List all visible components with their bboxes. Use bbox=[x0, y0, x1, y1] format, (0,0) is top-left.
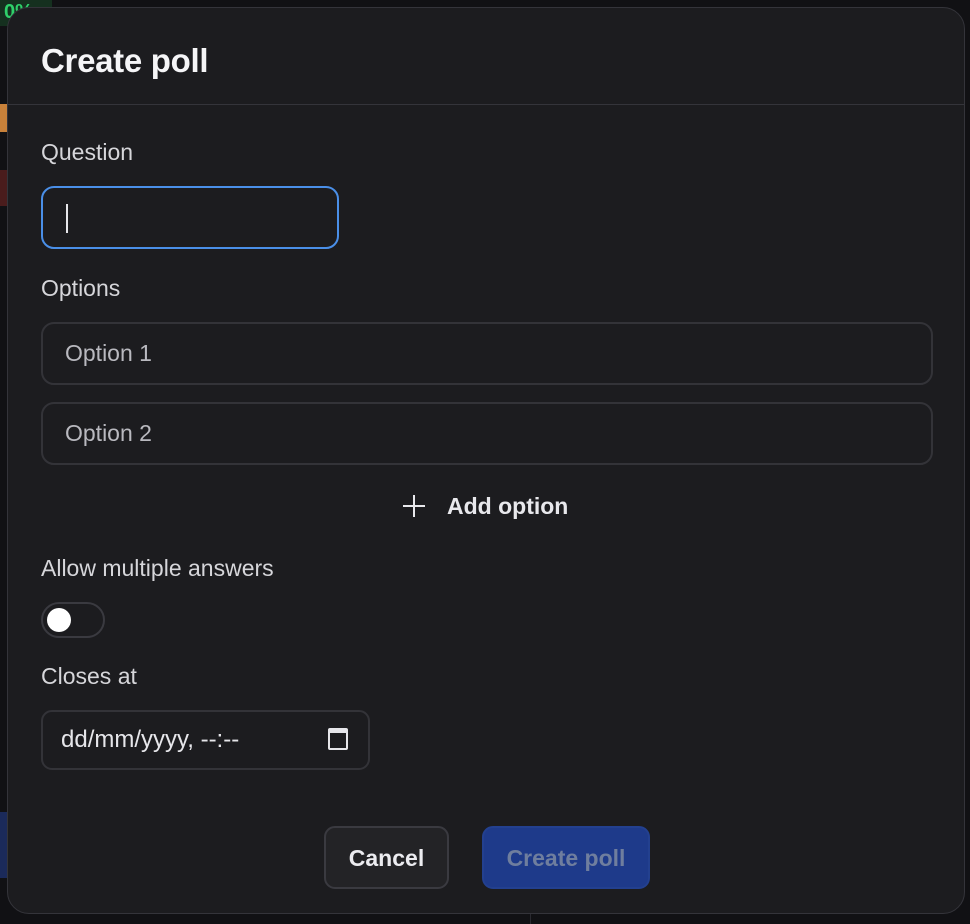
text-caret bbox=[66, 204, 68, 233]
dialog-title: Create poll bbox=[41, 42, 209, 79]
multiple-answers-label: Allow multiple answers bbox=[41, 555, 274, 581]
create-poll-dialog: Create poll Question Options Option 1 Op… bbox=[7, 7, 965, 914]
closes-at-label: Closes at bbox=[41, 663, 137, 689]
question-input[interactable] bbox=[41, 186, 339, 249]
options-label: Options bbox=[41, 275, 121, 301]
option-1-input[interactable]: Option 1 bbox=[41, 322, 933, 385]
option-2-input[interactable]: Option 2 bbox=[41, 402, 933, 465]
dialog-header: Create poll bbox=[8, 8, 964, 105]
multiple-answers-toggle[interactable] bbox=[41, 602, 105, 638]
calendar-icon[interactable] bbox=[328, 728, 348, 750]
closes-at-datetime-input[interactable]: dd/mm/yyyy, --:-- bbox=[41, 710, 370, 770]
add-option-button[interactable]: Add option bbox=[401, 486, 568, 526]
create-poll-button[interactable]: Create poll bbox=[482, 826, 650, 889]
cancel-button[interactable]: Cancel bbox=[324, 826, 449, 889]
plus-icon bbox=[401, 493, 427, 519]
add-option-label: Add option bbox=[447, 492, 569, 519]
toggle-knob bbox=[47, 608, 71, 632]
datetime-placeholder: dd/mm/yyyy, --:-- bbox=[61, 726, 240, 753]
question-label: Question bbox=[41, 139, 134, 165]
